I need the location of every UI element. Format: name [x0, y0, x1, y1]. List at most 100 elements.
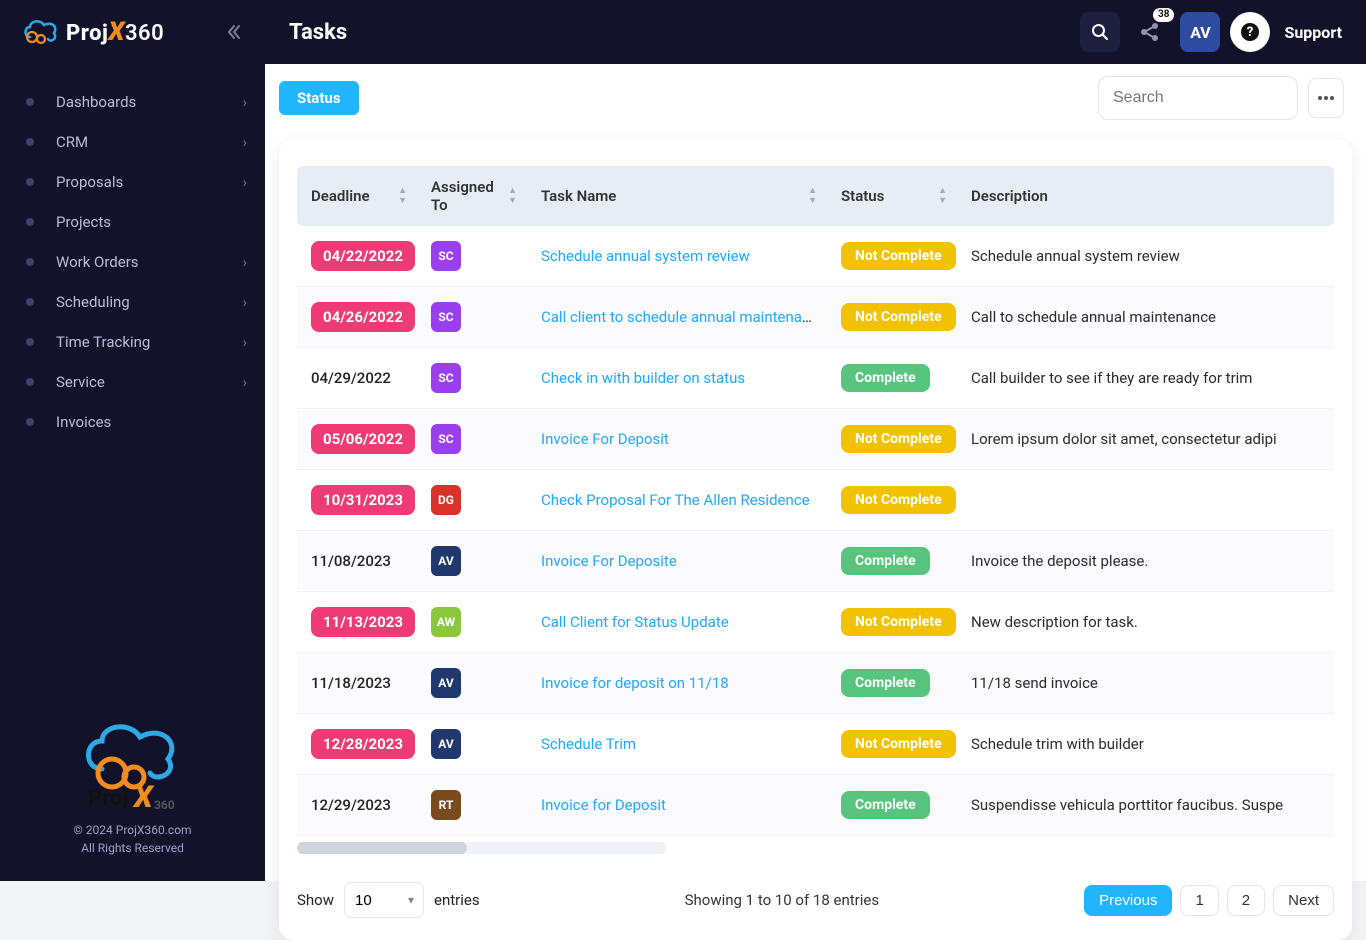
- header: Tasks 38 AV ? Support: [265, 0, 1366, 64]
- tasks-panel: Deadline▲▼Assigned To▲▼Task Name▲▼Status…: [279, 140, 1352, 940]
- cell-status: Not Complete: [827, 592, 957, 653]
- sidebar-item-invoices[interactable]: Invoices: [0, 402, 265, 442]
- header-user-avatar[interactable]: AV: [1180, 12, 1220, 52]
- brand-text: ProjX360: [66, 17, 164, 47]
- sidebar-item-scheduling[interactable]: Scheduling ›: [0, 282, 265, 322]
- sidebar-item-time-tracking[interactable]: Time Tracking ›: [0, 322, 265, 362]
- avatar[interactable]: AV: [431, 668, 461, 698]
- task-link[interactable]: Invoice for Deposit: [541, 796, 666, 814]
- horizontal-scrollbar[interactable]: [297, 842, 667, 854]
- status-filter-button[interactable]: Status: [279, 81, 359, 115]
- sidebar-item-proposals[interactable]: Proposals ›: [0, 162, 265, 202]
- header-notifications-button[interactable]: 38: [1130, 12, 1170, 52]
- nav-dot-icon: [26, 258, 34, 266]
- deadline-overdue-pill: 10/31/2023: [311, 485, 415, 515]
- status-pill[interactable]: Complete: [841, 791, 930, 819]
- cell-task: Schedule Trim: [527, 714, 827, 775]
- page-title: Tasks: [289, 20, 1080, 45]
- pagination: Previous 12 Next: [1084, 885, 1334, 916]
- table-row: 05/06/2022 SC Invoice For Deposit Not Co…: [297, 409, 1334, 470]
- status-pill[interactable]: Complete: [841, 547, 930, 575]
- avatar[interactable]: SC: [431, 363, 461, 393]
- column-deadline[interactable]: Deadline▲▼: [297, 166, 417, 226]
- task-link[interactable]: Check Proposal For The Allen Residence: [541, 491, 810, 509]
- sidebar-item-dashboards[interactable]: Dashboards ›: [0, 82, 265, 122]
- avatar[interactable]: AW: [431, 607, 461, 637]
- cell-deadline: 11/13/2023: [297, 592, 417, 653]
- pagination-page-2[interactable]: 2: [1227, 885, 1265, 916]
- column-assigned-to[interactable]: Assigned To▲▼: [417, 166, 527, 226]
- avatar[interactable]: SC: [431, 302, 461, 332]
- brand-logo[interactable]: ProjX360: [22, 17, 164, 47]
- task-link[interactable]: Invoice For Deposite: [541, 552, 677, 570]
- sidebar-item-crm[interactable]: CRM ›: [0, 122, 265, 162]
- toolbar: Status: [265, 64, 1366, 130]
- nav-dot-icon: [26, 378, 34, 386]
- status-pill[interactable]: Not Complete: [841, 425, 956, 453]
- task-link[interactable]: Invoice for deposit on 11/18: [541, 674, 729, 692]
- sidebar-collapse-button[interactable]: [221, 19, 247, 45]
- table-row: 04/26/2022 SC Call client to schedule an…: [297, 287, 1334, 348]
- avatar[interactable]: SC: [431, 424, 461, 454]
- entries-select[interactable]: 10: [344, 882, 424, 918]
- chevron-right-icon: ›: [242, 293, 247, 311]
- column-description[interactable]: Description: [957, 166, 1334, 226]
- sidebar-item-work-orders[interactable]: Work Orders ›: [0, 242, 265, 282]
- svg-text:Proj: Proj: [88, 786, 128, 811]
- cell-status: Not Complete: [827, 287, 957, 348]
- deadline-overdue-pill: 04/22/2022: [311, 241, 415, 271]
- nav-label: Dashboards: [56, 93, 242, 111]
- table-row: 11/13/2023 AW Call Client for Status Upd…: [297, 592, 1334, 653]
- task-link[interactable]: Invoice For Deposit: [541, 430, 669, 448]
- scrollbar-thumb[interactable]: [297, 842, 467, 854]
- pagination-next[interactable]: Next: [1273, 885, 1334, 916]
- task-link[interactable]: Call Client for Status Update: [541, 613, 729, 631]
- status-pill[interactable]: Complete: [841, 364, 930, 392]
- column-status[interactable]: Status▲▼: [827, 166, 957, 226]
- nav-label: Invoices: [56, 413, 247, 431]
- svg-text:360: 360: [154, 798, 175, 812]
- header-search-button[interactable]: [1080, 12, 1120, 52]
- table-footer: Show 10 entries Showing 1 to 10 of 18 en…: [297, 882, 1334, 918]
- avatar[interactable]: AV: [431, 729, 461, 759]
- chevron-right-icon: ›: [242, 93, 247, 111]
- search-input[interactable]: [1098, 76, 1298, 120]
- cell-status: Not Complete: [827, 714, 957, 775]
- avatar[interactable]: AV: [431, 546, 461, 576]
- more-options-button[interactable]: [1308, 78, 1344, 118]
- column-label: Deadline: [311, 187, 370, 205]
- sidebar-item-projects[interactable]: Projects: [0, 202, 265, 242]
- status-pill[interactable]: Not Complete: [841, 242, 956, 270]
- status-pill[interactable]: Complete: [841, 669, 930, 697]
- cell-status: Not Complete: [827, 470, 957, 531]
- avatar[interactable]: SC: [431, 241, 461, 271]
- task-link[interactable]: Check in with builder on status: [541, 369, 745, 387]
- pagination-previous[interactable]: Previous: [1084, 885, 1172, 916]
- cell-status: Complete: [827, 348, 957, 409]
- chevron-right-icon: ›: [242, 333, 247, 351]
- task-link[interactable]: Call client to schedule annual maintenan…: [541, 308, 826, 326]
- pagination-page-1[interactable]: 1: [1180, 885, 1218, 916]
- chevron-right-icon: ›: [242, 373, 247, 391]
- sidebar-top: ProjX360: [0, 0, 265, 64]
- cell-deadline: 05/06/2022: [297, 409, 417, 470]
- notification-badge: 38: [1153, 8, 1174, 22]
- table-row: 11/08/2023 AV Invoice For Deposite Compl…: [297, 531, 1334, 592]
- task-link[interactable]: Schedule Trim: [541, 735, 636, 753]
- support-label[interactable]: Support: [1284, 23, 1342, 42]
- cell-assignee: AV: [417, 714, 527, 775]
- task-link[interactable]: Schedule annual system review: [541, 247, 750, 265]
- header-help-button[interactable]: ?: [1230, 12, 1270, 52]
- sidebar-item-service[interactable]: Service ›: [0, 362, 265, 402]
- status-pill[interactable]: Not Complete: [841, 608, 956, 636]
- copyright-line: © 2024 ProjX360.com: [0, 823, 265, 837]
- avatar[interactable]: DG: [431, 485, 461, 515]
- table-row: 11/18/2023 AV Invoice for deposit on 11/…: [297, 653, 1334, 714]
- cell-description: Schedule annual system review: [957, 226, 1334, 287]
- status-pill[interactable]: Not Complete: [841, 303, 956, 331]
- column-task-name[interactable]: Task Name▲▼: [527, 166, 827, 226]
- column-label: Description: [971, 187, 1048, 205]
- status-pill[interactable]: Not Complete: [841, 486, 956, 514]
- avatar[interactable]: RT: [431, 790, 461, 820]
- status-pill[interactable]: Not Complete: [841, 730, 956, 758]
